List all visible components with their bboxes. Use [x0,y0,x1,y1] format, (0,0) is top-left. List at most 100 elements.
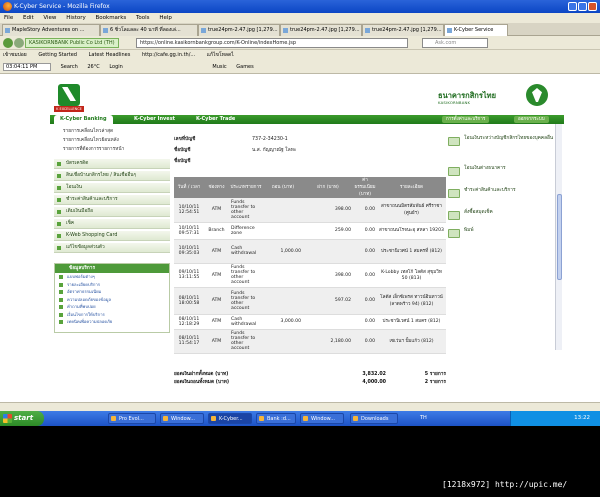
taskbar-item-bank[interactable]: Bank :d... [256,413,296,424]
taskbar-item-pro-evo[interactable]: Pro Evol... [108,413,156,424]
toolbar-music[interactable]: Music [212,64,226,70]
sidebar-item-transfer[interactable]: โอนเงิน [54,183,170,193]
sidebar-item-label: ชำระค่าสินค้าและบริการ [66,197,118,202]
sidebar-sublink[interactable]: รายการเคลื่อนไหวล่าสุด [63,127,113,135]
logout-link[interactable]: ออกจากระบบ [514,116,549,123]
form-icon [59,275,63,279]
table-header-row: วันที่ / เวลา ช่องทาง ประเภทรายการ ถอน (… [174,177,446,198]
tab-favicon-icon [283,28,288,33]
window-titlebar[interactable]: K-Cyber Service - Mozilla Firefox [0,0,600,13]
info-link-label: เงื่อนไขการให้บริการ [67,311,105,317]
info-link-terms[interactable]: เงื่อนไขการให้บริการ [55,311,169,319]
bookmarks-bar: เข้าชมบ่อย Getting Started Latest Headli… [0,50,600,61]
cell-time: 09:57:31 [178,230,200,236]
search-input[interactable]: Ask.com [422,38,488,48]
forward-button[interactable] [14,38,24,48]
table-row: 10/10/11 09:35:03 ATM Cash withdrawal 1,000.… [174,239,446,264]
bank-sub: KASIKORNBANK [438,100,471,105]
sidebar-item-loans[interactable]: สินเชื่อบ้านกสิกรไทย / สินเชื่ออื่นๆ [54,171,170,181]
scrollbar-thumb[interactable] [557,194,562,280]
settings-link[interactable]: การตั้งค่าและบริการ [442,116,490,123]
maximize-button[interactable] [578,2,587,11]
toolbar-weather[interactable]: 26°C [87,64,99,70]
menu-file[interactable]: File [4,15,13,21]
account-number: 737-2-34230-1 [252,137,288,142]
sidebar-sublink[interactable]: รายการที่ต้องการรายการหน้า [63,145,124,153]
back-button[interactable] [3,38,13,48]
start-button[interactable]: start [0,411,44,426]
transactions-table: วันที่ / เวลา ช่องทาง ประเภทรายการ ถอน (… [174,177,446,354]
taskbar-item-downloads[interactable]: Downloads [350,413,398,424]
tab-k-cyber-banking[interactable]: K-Cyber Banking [54,115,113,124]
sidebar-item-profile[interactable]: แก้ไขข้อมูลส่วนตัว [54,243,170,253]
menu-tools[interactable]: Tools [136,15,150,21]
sidebar-item-label: แก้ไขข้อมูลส่วนตัว [66,245,105,250]
system-tray: 13:22 [510,411,600,426]
menu-history[interactable]: History [66,15,86,21]
cell-type: Cash withdrawal [229,239,263,264]
toolbar-games[interactable]: Games [236,64,254,70]
taskbar-item-window-2[interactable]: Window... [300,413,344,424]
tab-thai-article[interactable]: 6 ชิ่วโลแลละ 40 นาที ที่ลองเล่... [100,24,198,36]
toolbar-search[interactable]: Search [61,64,78,70]
sidebar-item-shopping-card[interactable]: K-Web Shopping Card [54,231,170,241]
tab-image-1[interactable]: true24pm-2.47.jpg [1,279... [198,24,280,36]
sidebar-item-topup[interactable]: เติมเงินมือถือ [54,207,170,217]
toolbar-time-box[interactable]: 03:04:11 PM [3,62,51,71]
info-link-safety-tips[interactable]: เทคนิคเพื่อความปลอดภัย [55,318,169,326]
clock[interactable]: 13:22 [574,411,590,426]
table-row: 10/10/11 09:57:31 Branch Difference zone 259… [174,222,446,240]
cell-channel: ATM [204,314,229,330]
menu-bookmarks[interactable]: Bookmarks [96,15,127,21]
cell-withdraw [263,329,303,354]
language-indicator[interactable]: TH [420,411,427,426]
close-button[interactable] [588,2,597,11]
bookmark-most-visited[interactable]: เข้าชมบ่อย [3,52,27,58]
quick-link-label: พิมพ์ [464,228,474,233]
status-bar [0,402,600,411]
info-link-security[interactable]: ความปลอดภัยของข้อมูล [55,296,169,304]
bookmark-latest-headlines[interactable]: Latest Headlines [89,52,131,58]
sidebar-item-bill-payment[interactable]: ชำระค่าสินค้าและบริการ [54,195,170,205]
info-link-fees[interactable]: อัตราค่าธรรมเนียม [55,288,169,296]
info-link-label: อัตราค่าธรรมเนียม [67,289,102,294]
taskbar-item-window-1[interactable]: Window... [160,413,204,424]
info-box-title: ข้อมูลบริการ [55,264,169,273]
menu-view[interactable]: View [43,15,56,21]
menu-help[interactable]: Help [159,15,172,21]
minimize-button[interactable] [568,2,577,11]
menu-edit[interactable]: Edit [23,15,34,21]
cell-channel: ATM [204,287,229,315]
taskbar-item-k-cyber[interactable]: K-Cyber... [208,413,252,424]
tab-k-cyber-trade[interactable]: K-Cyber Trade [190,115,241,124]
info-link-forms[interactable]: แบบฟอร์มต่างๆ [55,273,169,281]
tab-k-cyber[interactable]: K-Cyber Service [444,24,508,36]
col-withdraw: ถอน (บาท) [263,177,303,198]
page-scrollbar[interactable] [555,124,562,350]
cheque-icon [448,211,460,220]
cell-withdraw: 3,000.00 [263,314,303,330]
cell-fee: 0.00 [353,198,377,223]
sidebar-item-credit-card[interactable]: บัตรเครดิต [54,159,170,169]
toolbar-login[interactable]: Login [109,64,123,70]
bookmark-getting-started[interactable]: Getting Started [38,52,77,58]
cell-withdraw [263,287,303,315]
sidebar-item-label: เติมเงินมือถือ [66,209,94,214]
info-link-details[interactable]: รายละเอียดบริการ [55,281,169,289]
bookmark-cafe[interactable]: http://cafe.gg.in.th/... [142,52,195,58]
tab-image-3[interactable]: true24pm-2.47.jpg [1,279... [362,24,444,36]
sidebar-item-cheque[interactable]: เช็ค [54,219,170,229]
cell-deposit [303,314,353,330]
bookmark-edit[interactable]: แก้ไขโหลดไ [207,52,234,58]
site-identity-badge[interactable]: KASIKORNBANK Public Co Ltd (TH) [25,38,119,48]
url-bar[interactable]: https://online.kasikornbankgroup.com/K-O… [136,38,408,48]
sidebar-item-label: เช็ค [66,221,75,226]
tab-image-2[interactable]: true24pm-2.47.jpg [1,279... [280,24,362,36]
table-row: 10/10/11 12:54:51 ATM Funds transfer to oth… [174,198,446,223]
total-deposit-label: ยอดเงินฝากทั้งหมด (บาท) [174,372,229,377]
sidebar-sublink[interactable]: รายการเคลื่อนไหวย้อนหลัง [63,136,119,144]
info-link-faq[interactable]: คำถามที่พบบ่อย [55,303,169,311]
tab-k-cyber-invest[interactable]: K-Cyber Invest [128,115,181,124]
cell-type: Funds transfer to other account [229,287,263,315]
tab-maplestory[interactable]: MapleStory Adventures on ... [2,24,100,36]
